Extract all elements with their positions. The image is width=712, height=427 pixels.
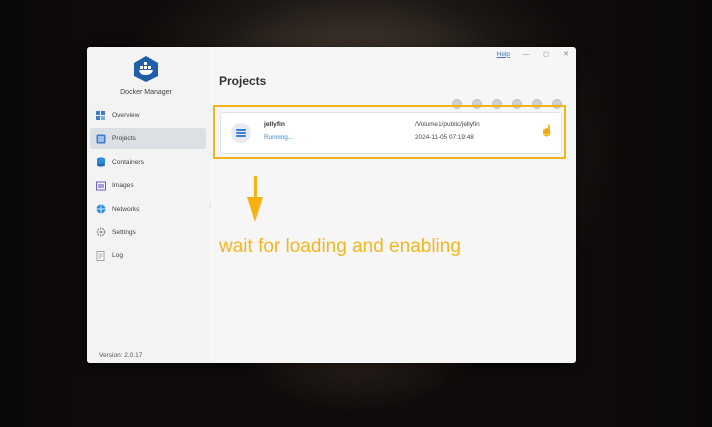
version-label: Version: 2.0.17 [99, 352, 143, 359]
docker-manager-logo-icon [134, 56, 158, 82]
sidebar-resize-handle[interactable]: ⋮ [207, 202, 213, 209]
log-icon [96, 250, 106, 261]
highlight-box [213, 105, 566, 159]
annotation-text: wait for loading and enabling [219, 236, 461, 257]
settings-icon [96, 227, 106, 237]
background-edge-left [0, 0, 90, 427]
arrow-down-head-icon [247, 197, 263, 222]
sidebar-item-images[interactable]: Images [90, 175, 206, 196]
sidebar-item-settings[interactable]: Settings [90, 222, 206, 243]
sidebar-item-label: Networks [112, 205, 140, 213]
images-icon [96, 181, 106, 191]
networks-icon [96, 204, 106, 214]
sidebar-nav: Overview Projects Containers Images Netw… [90, 105, 206, 269]
window-controls: Help — ◻ ✕ [497, 50, 570, 59]
arrow-down-icon [254, 176, 257, 198]
sidebar-item-label: Projects [112, 135, 136, 143]
projects-icon [96, 134, 106, 144]
sidebar-item-label: Containers [112, 158, 144, 166]
sidebar: Docker Manager Overview Projects Contain… [87, 47, 209, 363]
help-link[interactable]: Help [497, 51, 510, 58]
containers-icon [96, 157, 106, 167]
sidebar-item-projects[interactable]: Projects [90, 128, 206, 150]
docker-manager-window: Help — ◻ ✕ Docker Manager Overview Proje… [87, 47, 576, 363]
sidebar-item-containers[interactable]: Containers [90, 152, 206, 173]
sidebar-item-overview[interactable]: Overview [90, 105, 206, 126]
background-edge-right [592, 0, 712, 427]
sidebar-item-log[interactable]: Log [90, 245, 206, 266]
sidebar-item-label: Images [112, 182, 134, 190]
page-title: Projects [219, 74, 267, 88]
app-name: Docker Manager [120, 89, 172, 96]
sidebar-item-networks[interactable]: Networks [90, 199, 206, 220]
sidebar-item-label: Overview [112, 112, 140, 119]
minimize-button[interactable]: — [522, 51, 530, 58]
sidebar-item-label: Settings [112, 228, 136, 236]
close-button[interactable]: ✕ [562, 50, 570, 58]
sidebar-item-label: Log [112, 252, 124, 260]
maximize-button[interactable]: ◻ [542, 50, 550, 58]
overview-icon [96, 110, 106, 121]
